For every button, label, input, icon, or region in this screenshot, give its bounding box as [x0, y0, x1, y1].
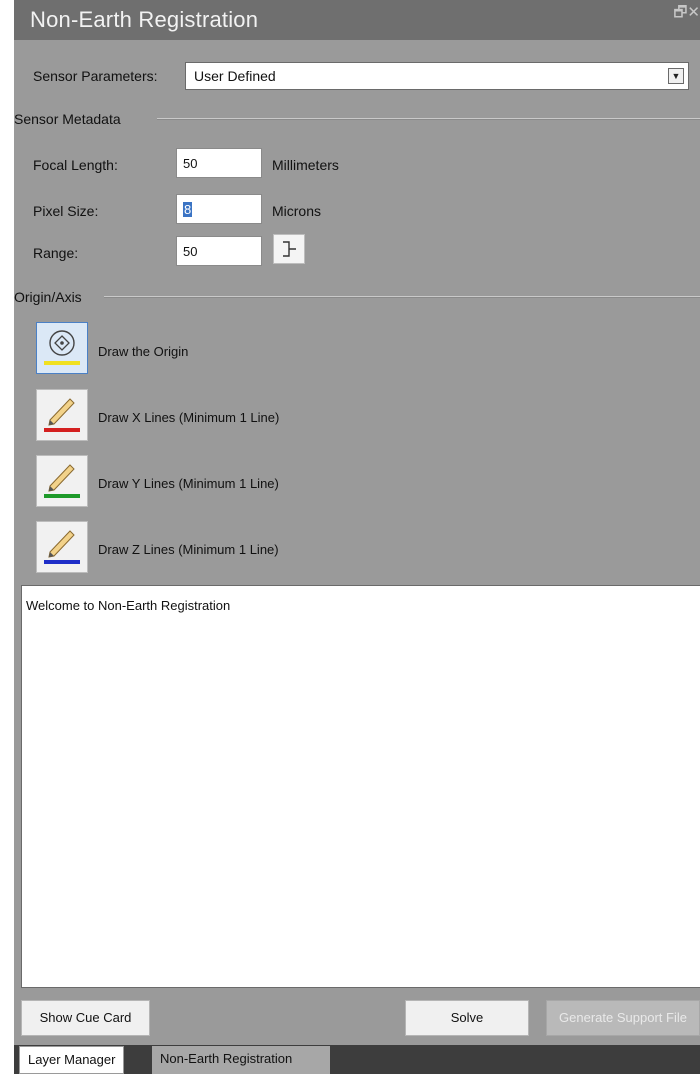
pencil-icon: [44, 464, 80, 498]
title-bar[interactable]: Non-Earth Registration 🗗✕: [14, 0, 700, 40]
draw-x-lines-label: Draw X Lines (Minimum 1 Line): [98, 410, 280, 425]
pixel-size-input[interactable]: 8: [176, 194, 262, 224]
focal-length-label: Focal Length:: [33, 157, 118, 173]
origin-axis-heading: Origin/Axis: [14, 289, 82, 305]
generate-support-file-button[interactable]: Generate Support File: [546, 1000, 700, 1036]
window-controls: 🗗✕: [673, 2, 700, 27]
pencil-icon: [44, 398, 80, 432]
pixel-size-label: Pixel Size:: [33, 203, 99, 219]
sensor-parameters-select[interactable]: User Defined ▼: [185, 62, 689, 90]
draw-origin-button[interactable]: [36, 322, 88, 374]
z-color-swatch: [44, 560, 80, 564]
sensor-parameters-label: Sensor Parameters:: [33, 68, 158, 84]
focal-length-unit: Millimeters: [272, 157, 339, 173]
y-color-swatch: [44, 494, 80, 498]
draw-z-lines-label: Draw Z Lines (Minimum 1 Line): [98, 542, 279, 557]
non-earth-registration-panel: Non-Earth Registration 🗗✕ Sensor Paramet…: [14, 0, 700, 1074]
show-cue-card-button[interactable]: Show Cue Card: [21, 1000, 150, 1036]
sensor-metadata-divider: [157, 118, 700, 120]
range-input[interactable]: 50: [176, 236, 262, 266]
range-bracket-icon: [283, 241, 296, 257]
draw-origin-label: Draw the Origin: [98, 344, 189, 359]
x-color-swatch: [44, 428, 80, 432]
page: Non-Earth Registration 🗗✕ Sensor Paramet…: [0, 0, 700, 1074]
pixel-size-value: 8: [183, 202, 193, 217]
draw-y-lines-label: Draw Y Lines (Minimum 1 Line): [98, 476, 279, 491]
sensor-parameters-value: User Defined: [194, 68, 276, 84]
tab-non-earth-registration[interactable]: Non-Earth Registration: [152, 1046, 330, 1074]
welcome-message: Welcome to Non-Earth Registration: [26, 598, 231, 613]
close-icon[interactable]: ✕: [687, 4, 700, 21]
origin-target-icon: [44, 330, 80, 365]
draw-y-lines-button[interactable]: [36, 455, 88, 507]
restore-icon[interactable]: 🗗: [673, 4, 687, 21]
pencil-icon: [44, 530, 80, 564]
origin-axis-divider: [104, 296, 700, 298]
origin-color-swatch: [44, 361, 80, 365]
solve-button[interactable]: Solve: [405, 1000, 529, 1036]
focal-length-input[interactable]: 50: [176, 148, 262, 178]
window-title: Non-Earth Registration: [30, 7, 259, 32]
range-label: Range:: [33, 245, 79, 261]
tab-layer-manager[interactable]: Layer Manager: [19, 1046, 125, 1074]
message-log[interactable]: Welcome to Non-Earth Registration: [21, 585, 700, 988]
draw-z-lines-button[interactable]: [36, 521, 88, 573]
pixel-size-unit: Microns: [272, 203, 322, 219]
dropdown-arrow-icon[interactable]: ▼: [668, 68, 684, 84]
draw-x-lines-button[interactable]: [36, 389, 88, 441]
range-bracket-button[interactable]: [273, 234, 305, 264]
sensor-metadata-heading: Sensor Metadata: [14, 111, 121, 127]
